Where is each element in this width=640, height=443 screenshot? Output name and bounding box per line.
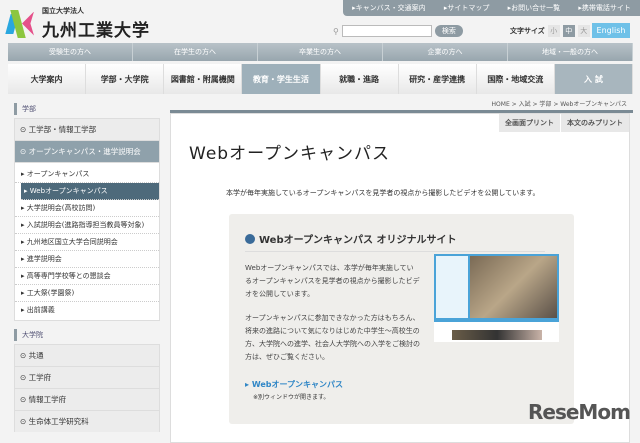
logo-title: 九州工業大学: [42, 21, 150, 41]
breadcrumb[interactable]: HOME > 入試 > 学部 > Webオープンキャンパス: [492, 99, 627, 108]
utility-bar: ▸キャンバス・交通案内 ▸サイトマップ ▸お問い合せ一覧 ▸携帯電話サイト: [343, 0, 640, 16]
audience-nav-item[interactable]: 卒業生の方へ: [258, 43, 383, 61]
english-button[interactable]: English: [592, 23, 630, 38]
box-heading: Webオープンキャンパス オリジナルサイト: [245, 231, 545, 252]
sidebar-item-active[interactable]: ⊙ オープンキャンパス・進学説明会: [14, 140, 160, 162]
main-nav-item[interactable]: 研究・産学連携: [399, 64, 477, 94]
util-link[interactable]: ▸キャンバス・交通案内: [352, 3, 426, 13]
box-paragraph: Webオープンキャンパスでは、本学が毎年実施しているオープンキャンパスを見学者の…: [245, 264, 420, 298]
box-paragraph: オープンキャンパスに参加できなかった方はもちろん、将来の進路について気になりはじ…: [245, 314, 420, 361]
search-icon: ⚲: [333, 26, 339, 36]
new-window-note: ※別ウィンドウが開きます。: [253, 394, 330, 401]
print-full-button[interactable]: 全画面プリント: [498, 114, 560, 132]
sidebar-heading: 学部: [14, 103, 160, 115]
sidebar-submenu: ▸ オープンキャンパス ▸ Webオープンキャンパス ▸ 大学説明会(高校訪問)…: [14, 162, 160, 321]
sidebar-item[interactable]: ⊙ 共通: [14, 344, 160, 366]
util-link[interactable]: ▸お問い合せ一覧: [508, 3, 561, 13]
sidebar: 学部 ⊙ 工学部・情報工学部 ⊙ オープンキャンパス・進学説明会 ▸ オープンキ…: [14, 100, 160, 432]
audience-nav-item[interactable]: 受験生の方へ: [8, 43, 133, 61]
main-nav-item-admissions[interactable]: 入 試: [554, 64, 633, 94]
main-nav-item[interactable]: 就職・進路: [321, 64, 399, 94]
sidebar-subitem[interactable]: ▸ 高等専門学校等との懇談会: [15, 268, 159, 285]
sidebar-subitem[interactable]: ▸ 進学説明会: [15, 251, 159, 268]
font-size-large[interactable]: 大: [577, 25, 590, 37]
content-panel: 全画面プリント 本文のみプリント Webオープンキャンパス 本学が毎年実施してい…: [170, 113, 630, 443]
page-title: Webオープンキャンパス: [189, 144, 391, 164]
sidebar-item[interactable]: ⊙ 生命体工学研究科: [14, 410, 160, 432]
search-input[interactable]: [341, 25, 432, 37]
main-nav-item[interactable]: 大学案内: [8, 64, 87, 94]
content: HOME > 入試 > 学部 > Webオープンキャンパス 全画面プリント 本文…: [170, 95, 633, 443]
audience-nav: 受験生の方へ 在学生の方へ 卒業生の方へ 企業の方へ 地域・一般の方へ: [8, 43, 633, 61]
watermark-logo: ReseMom: [528, 400, 631, 424]
main-nav-item-active[interactable]: 教育・学生生活: [242, 64, 321, 94]
font-size-control: 文字サイズ 小 中 大: [510, 25, 590, 37]
sidebar-item[interactable]: ⊙ 情報工学府: [14, 388, 160, 410]
page-description: 本学が毎年実施しているオープンキャンパスを見学者の視点から撮影したビデオを公開し…: [226, 189, 540, 197]
sidebar-subitem[interactable]: ▸ 大学説明会(高校訪問): [15, 200, 159, 217]
audience-nav-item[interactable]: 地域・一般の方へ: [508, 43, 633, 61]
logo[interactable]: 国立大学法人 九州工業大学: [5, 6, 150, 41]
web-open-campus-link[interactable]: ▸ Webオープンキャンパス: [245, 379, 343, 390]
util-link[interactable]: ▸携帯電話サイト: [578, 3, 631, 13]
sidebar-subitem[interactable]: ▸ オープンキャンパス: [15, 166, 159, 183]
sidebar-heading: 大学院: [14, 329, 160, 341]
sidebar-subitem[interactable]: ▸ 工大祭(学園祭): [15, 285, 159, 302]
site-thumbnail-image[interactable]: [434, 254, 559, 342]
main-nav: 大学案内 学部・大学院 図書館・附属機関 教育・学生生活 就職・進路 研究・産学…: [8, 64, 633, 94]
search-button[interactable]: 検索: [434, 25, 463, 37]
bullet-icon: [245, 233, 255, 244]
sidebar-subitem[interactable]: ▸ 九州地区国立大学合同説明会: [15, 234, 159, 251]
sidebar-subitem[interactable]: ▸ 出前講義: [15, 302, 159, 318]
logo-small-text: 国立大学法人: [42, 7, 84, 15]
sidebar-subitem-active[interactable]: ▸ Webオープンキャンパス: [21, 183, 159, 200]
print-body-button[interactable]: 本文のみプリント: [560, 114, 629, 132]
font-size-small[interactable]: 小: [547, 25, 560, 37]
logo-mark-icon: [5, 9, 34, 38]
audience-nav-item[interactable]: 企業の方へ: [383, 43, 508, 61]
main-nav-item[interactable]: 国際・地域交流: [477, 64, 555, 94]
sidebar-subitem[interactable]: ▸ 入試説明会(進路指導担当教員等対象): [15, 217, 159, 234]
util-link[interactable]: ▸サイトマップ: [444, 3, 490, 13]
search-area: ⚲ 検索: [333, 25, 463, 37]
font-size-medium[interactable]: 中: [562, 25, 575, 37]
info-box: Webオープンキャンパス オリジナルサイト Webオープンキャンパスでは、本学が…: [229, 214, 574, 424]
print-buttons: 全画面プリント 本文のみプリント: [498, 114, 629, 132]
audience-nav-item[interactable]: 在学生の方へ: [133, 43, 258, 61]
sidebar-item[interactable]: ⊙ 工学府: [14, 366, 160, 388]
main-nav-item[interactable]: 学部・大学院: [86, 64, 165, 94]
font-size-label: 文字サイズ: [510, 27, 545, 35]
main-nav-item[interactable]: 図書館・附属機関: [164, 64, 243, 94]
sidebar-item[interactable]: ⊙ 工学部・情報工学部: [14, 118, 160, 140]
